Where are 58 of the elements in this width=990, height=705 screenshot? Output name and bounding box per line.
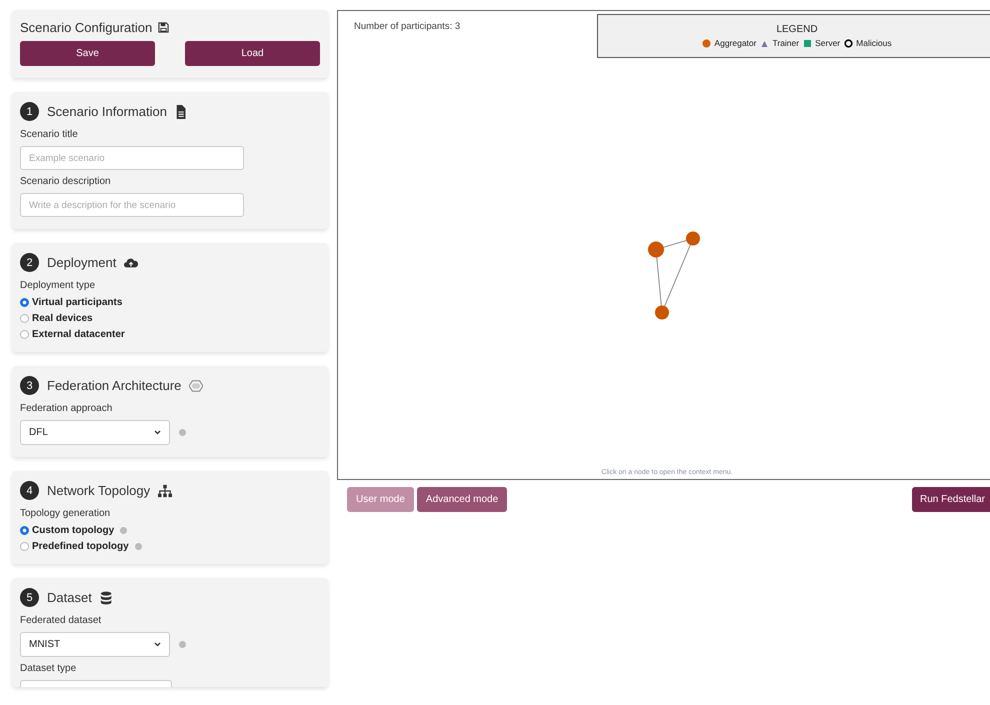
step-number: 3 bbox=[20, 376, 39, 395]
participant-count: Number of participants: 3 bbox=[354, 20, 460, 32]
legend-label: Server bbox=[815, 38, 840, 48]
chevron-down-icon bbox=[154, 430, 161, 435]
mode-button[interactable]: Advanced mode bbox=[416, 487, 508, 512]
network-graph-drawing[interactable] bbox=[648, 232, 700, 320]
section-title: Network Topology bbox=[47, 483, 150, 498]
radio-label[interactable]: Real devices bbox=[32, 313, 93, 324]
radio-button[interactable] bbox=[20, 314, 29, 323]
legend-label: Malicious bbox=[856, 38, 892, 48]
step-number: 1 bbox=[20, 102, 39, 121]
field-label: Topology generation bbox=[20, 508, 112, 519]
info-icon bbox=[134, 543, 142, 550]
hexagon-icon bbox=[189, 378, 204, 392]
dropdown[interactable]: DFL bbox=[20, 420, 170, 445]
radio-button[interactable] bbox=[20, 526, 29, 535]
legend-label: Aggregator bbox=[714, 38, 756, 48]
cloud-upload-icon bbox=[124, 256, 138, 270]
square-icon bbox=[803, 38, 812, 48]
config-button[interactable]: Save bbox=[20, 41, 155, 66]
field-label: Deployment type bbox=[20, 280, 96, 291]
radio-label[interactable]: Virtual participants bbox=[32, 297, 122, 308]
step-number: 2 bbox=[20, 253, 39, 272]
step-number: 5 bbox=[20, 588, 39, 607]
radio-label[interactable]: Custom topology bbox=[32, 525, 114, 536]
legend-title: LEGEND bbox=[776, 24, 818, 35]
field-label: Scenario title bbox=[20, 129, 79, 140]
input-field[interactable]: Example scenario bbox=[20, 146, 244, 170]
field-label: Dataset type bbox=[20, 663, 78, 674]
sitemap-icon bbox=[158, 484, 172, 498]
field-label: Federated dataset bbox=[20, 615, 102, 626]
info-icon bbox=[120, 527, 128, 534]
section-title: Scenario Information bbox=[47, 104, 167, 119]
section-title: Deployment bbox=[47, 255, 116, 270]
run-button[interactable]: Run Fedstellar bbox=[912, 487, 990, 512]
radio-button[interactable] bbox=[20, 330, 29, 339]
radio-button[interactable] bbox=[20, 542, 29, 551]
dropdown[interactable] bbox=[20, 680, 172, 687]
radio-button[interactable] bbox=[20, 298, 29, 307]
triangle-icon bbox=[760, 38, 770, 48]
field-label: Scenario description bbox=[20, 176, 112, 187]
chevron-down-icon bbox=[154, 642, 161, 647]
circle-icon bbox=[702, 38, 712, 48]
section-title: Federation Architecture bbox=[47, 378, 182, 393]
field-label: Federation approach bbox=[20, 403, 114, 414]
card-title: Scenario Configuration bbox=[20, 20, 152, 35]
info-icon bbox=[179, 641, 186, 648]
config-button[interactable]: Load bbox=[185, 41, 320, 66]
radio-label[interactable]: Predefined topology bbox=[32, 541, 129, 552]
legend-label: Trainer bbox=[772, 38, 800, 48]
ring-icon bbox=[844, 38, 854, 48]
radio-label[interactable]: External datacenter bbox=[32, 329, 125, 340]
step-number: 4 bbox=[20, 481, 39, 500]
info-icon bbox=[179, 429, 186, 436]
database-icon bbox=[100, 590, 114, 604]
input-field[interactable]: Write a description for the scenario bbox=[20, 193, 244, 217]
dropdown[interactable]: MNIST bbox=[20, 632, 170, 657]
section-title: Dataset bbox=[47, 590, 92, 605]
